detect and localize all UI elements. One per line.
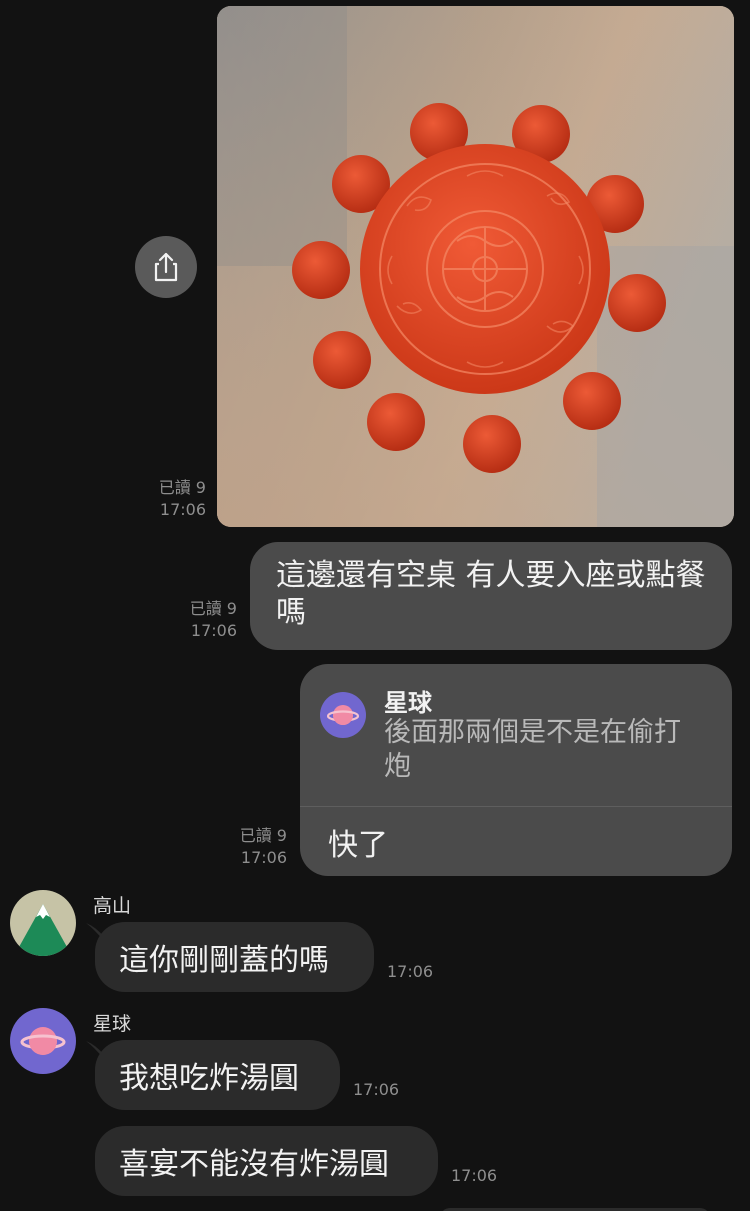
sender-name: 星球 (93, 1013, 132, 1035)
message-time: 17:06 (240, 848, 287, 867)
share-icon (154, 252, 178, 282)
incoming-message-bubble[interactable]: 這你剛剛蓋的嗎 (95, 922, 374, 992)
message-time: 17:06 (451, 1166, 498, 1185)
message-time: 17:06 (353, 1080, 400, 1099)
read-receipt: 已讀 9 (239, 826, 287, 845)
mountain-avatar[interactable] (10, 890, 76, 956)
message-text: 我想吃炸湯圓 (119, 1061, 299, 1096)
message-text: 這邊還有空桌 有人要入座或點餐嗎 (276, 558, 706, 630)
table-seating-image (217, 6, 734, 527)
incoming-message-bubble[interactable]: 喜宴不能沒有炸湯圓 (95, 1126, 438, 1196)
image-message-meta: 已讀 9 17:06 (140, 477, 206, 521)
message-2-meta: 已讀 9 17:06 (221, 825, 287, 869)
message-time: 17:06 (159, 500, 206, 519)
outgoing-message-bubble[interactable]: 這邊還有空桌 有人要入座或點餐嗎 (250, 542, 732, 650)
quoted-text: 後面那兩個是不是在偷打炮 (384, 717, 681, 782)
share-button[interactable] (135, 236, 197, 298)
quoted-sender-name: 星球 (384, 689, 432, 717)
reply-message-bubble[interactable]: 星球 後面那兩個是不是在偷打炮 快了 (300, 664, 732, 876)
image-message[interactable] (217, 6, 734, 527)
message-text: 這你剛剛蓋的嗎 (119, 943, 329, 978)
planet-avatar (320, 692, 366, 738)
message-text: 快了 (328, 828, 388, 863)
planet-avatar[interactable] (10, 1008, 76, 1074)
chat-screen: 已讀 9 17:06 已讀 9 17:06 這邊還有空桌 有人要入座或點餐嗎 已… (0, 0, 750, 1211)
message-1-meta: 已讀 9 17:06 (171, 598, 237, 642)
sender-name: 高山 (93, 895, 132, 917)
read-receipt: 已讀 9 (189, 599, 237, 618)
quoted-message[interactable]: 星球 後面那兩個是不是在偷打炮 (300, 664, 732, 807)
message-text: 喜宴不能沒有炸湯圓 (119, 1147, 389, 1182)
message-time: 17:06 (190, 621, 237, 640)
read-receipt: 已讀 9 (158, 478, 206, 497)
incoming-message-bubble[interactable]: 我想吃炸湯圓 (95, 1040, 340, 1110)
message-time: 17:06 (387, 962, 434, 981)
